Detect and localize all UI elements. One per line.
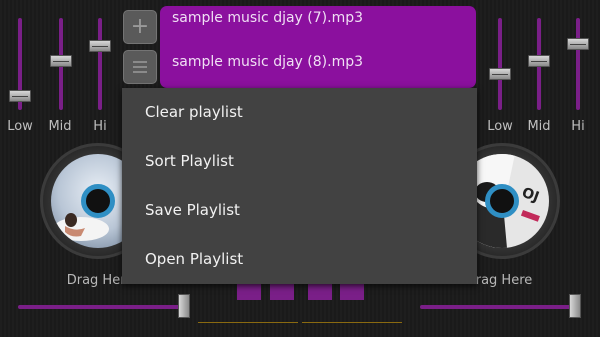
right-eq-hi-slider[interactable] — [567, 38, 589, 50]
right-deck-hub — [485, 184, 519, 218]
left-eq-low-label: Low — [7, 119, 33, 134]
menu-item-save-playlist[interactable]: Save Playlist — [122, 186, 477, 235]
menu-item-open-playlist[interactable]: Open Playlist — [122, 235, 477, 284]
hamburger-icon — [133, 61, 147, 73]
playlist-track-2[interactable]: sample music djay (8).mp3 — [172, 54, 363, 70]
right-eq-mid-label: Mid — [527, 119, 551, 134]
left-eq-hi-slider[interactable] — [89, 40, 111, 52]
pad-1[interactable] — [237, 284, 261, 300]
add-track-button[interactable]: + — [123, 10, 157, 44]
right-pitch-slider[interactable] — [569, 294, 581, 318]
right-eq-low-label: Low — [487, 119, 513, 134]
right-level-line — [302, 322, 402, 323]
pad-2[interactable] — [270, 284, 294, 300]
right-eq-low-track — [498, 18, 502, 110]
right-eq-hi-track — [576, 18, 580, 110]
left-level-line — [198, 322, 298, 323]
left-eq-hi-track — [98, 18, 102, 110]
pad-3[interactable] — [308, 284, 332, 300]
playlist-menu-button[interactable] — [123, 50, 157, 84]
plus-icon: + — [130, 14, 150, 39]
left-pitch-slider[interactable] — [178, 294, 190, 318]
menu-item-clear-playlist[interactable]: Clear playlist — [122, 88, 477, 137]
left-deck-hub — [81, 184, 115, 218]
right-eq-mid-slider[interactable] — [528, 55, 550, 67]
right-eq-hi-label: Hi — [571, 119, 585, 134]
pad-4[interactable] — [340, 284, 364, 300]
left-eq-mid-label: Mid — [48, 119, 72, 134]
right-pitch-track — [420, 305, 580, 309]
left-eq-low-slider[interactable] — [9, 90, 31, 102]
playlist-track-1[interactable]: sample music djay (7).mp3 — [172, 10, 363, 26]
left-eq-hi-label: Hi — [93, 119, 107, 134]
right-eq-low-slider[interactable] — [489, 68, 511, 80]
playlist-context-menu: Clear playlist Sort Playlist Save Playli… — [122, 88, 477, 284]
menu-item-sort-playlist[interactable]: Sort Playlist — [122, 137, 477, 186]
left-eq-mid-slider[interactable] — [50, 55, 72, 67]
left-pitch-track — [18, 305, 184, 309]
